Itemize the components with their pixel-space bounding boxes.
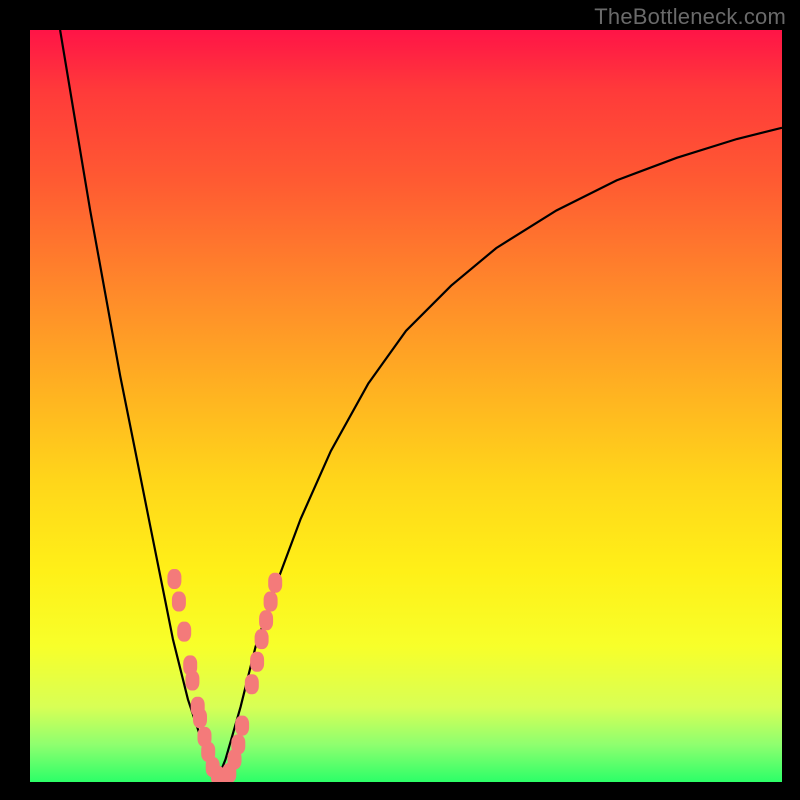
watermark-text: TheBottleneck.com bbox=[594, 4, 786, 30]
chart-frame: TheBottleneck.com bbox=[0, 0, 800, 800]
marker-dot bbox=[185, 671, 199, 691]
marker-dot bbox=[235, 716, 249, 736]
marker-dot bbox=[167, 569, 181, 589]
marker-dot bbox=[231, 734, 245, 754]
marker-dot bbox=[177, 622, 191, 642]
marker-dot bbox=[172, 592, 186, 612]
marker-dot bbox=[255, 629, 269, 649]
marker-dot bbox=[193, 708, 207, 728]
marker-dot bbox=[250, 652, 264, 672]
marker-dot bbox=[268, 573, 282, 593]
marker-dot bbox=[245, 674, 259, 694]
marker-dot bbox=[259, 610, 273, 630]
marker-dot bbox=[264, 592, 278, 612]
chart-svg bbox=[30, 30, 782, 782]
plot-area bbox=[30, 30, 782, 782]
highlight-markers bbox=[167, 569, 282, 782]
right-branch-curve bbox=[218, 128, 782, 778]
